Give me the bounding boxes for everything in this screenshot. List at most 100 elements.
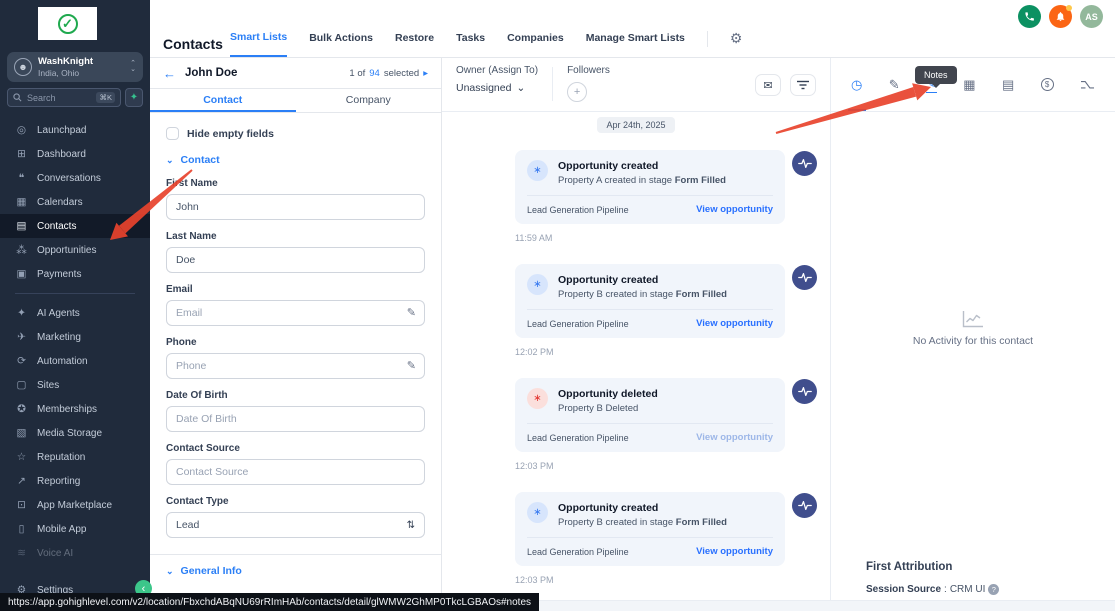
sidebar-item-opportunities[interactable]: ⁂Opportunities (0, 238, 150, 262)
tab-companies[interactable]: Companies (507, 32, 564, 56)
activity-clock-icon[interactable]: ◷ (851, 77, 862, 93)
view-opportunity-link[interactable]: View opportunity (696, 546, 773, 557)
tab-manage-smart-lists[interactable]: Manage Smart Lists (586, 32, 685, 56)
contact-type-select[interactable]: Lead ⇅ (166, 512, 425, 538)
owner-value: Unassigned (456, 82, 511, 94)
sidebar-item-contacts[interactable]: ▤Contacts (0, 214, 150, 238)
phone-button[interactable] (1018, 5, 1041, 28)
sidebar-item-automation[interactable]: ⟳Automation (0, 349, 150, 373)
sidebar-item-memberships[interactable]: ✪Memberships (0, 397, 150, 421)
owner-dropdown[interactable]: Unassigned ⌄ (456, 82, 538, 94)
opportunity-card[interactable]: ∗ Opportunity created Property B created… (515, 264, 785, 338)
view-opportunity-link[interactable]: View opportunity (696, 432, 773, 443)
sidebar-item-label: Marketing (37, 332, 81, 343)
contact-pager: 1 of 94 selected ▸ (349, 68, 428, 79)
first-name-label: First Name (166, 178, 425, 189)
pager-count: 94 (369, 68, 380, 79)
help-question-icon[interactable]: ? (988, 584, 999, 595)
sidebar-item-sites[interactable]: ▢Sites (0, 373, 150, 397)
section-contact-toggle[interactable]: ⌄ Contact (166, 154, 425, 166)
section-general-info-toggle[interactable]: ⌄ General Info (166, 565, 425, 577)
pencil-icon[interactable]: ✎ (407, 306, 416, 319)
followers-label: Followers (567, 65, 610, 76)
sidebar-search-input[interactable]: Search ⌘K (7, 88, 121, 107)
section-contact-label: Contact (181, 154, 220, 166)
top-bar: Contacts Smart Lists Bulk Actions Restor… (150, 0, 1115, 58)
email-button[interactable]: ✉ (755, 74, 781, 96)
sidebar-item-marketing[interactable]: ✈ Marketing (0, 325, 150, 349)
opportunity-card[interactable]: ∗ Opportunity created Property B created… (515, 492, 785, 566)
contact-source-label: Contact Source (166, 443, 425, 454)
user-avatar[interactable]: AS (1080, 5, 1103, 28)
sidebar-item-conversations[interactable]: ❝Conversations (0, 166, 150, 190)
tab-smart-lists[interactable]: Smart Lists (230, 31, 287, 57)
account-location: India, Ohio (38, 68, 93, 78)
back-arrow-icon[interactable]: ← (163, 66, 176, 81)
search-icon (13, 93, 22, 102)
tab-company[interactable]: Company (296, 89, 442, 112)
date-separator: Apr 24th, 2025 (597, 117, 674, 133)
tab-tasks[interactable]: Tasks (456, 32, 485, 56)
payments-dollar-icon[interactable]: $ (1041, 78, 1054, 91)
contact-type-value: Lead (176, 519, 199, 531)
contact-detail-panel: ← John Doe 1 of 94 selected ▸ Contact Co… (150, 58, 442, 611)
associations-icon[interactable]: ⌥ (1080, 77, 1095, 93)
last-name-field[interactable] (166, 247, 425, 273)
documents-icon[interactable]: ▤ (1002, 77, 1014, 93)
dob-field[interactable] (166, 406, 425, 432)
account-switcher[interactable]: ☻ WashKnight India, Ohio ⌃⌄ (7, 52, 143, 82)
opportunity-card[interactable]: ∗ Opportunity deleted Property B Deleted… (515, 378, 785, 452)
activity-feed: Owner (Assign To) Unassigned ⌄ Followers… (442, 58, 830, 611)
sidebar-item-calendars[interactable]: ▦Calendars (0, 190, 150, 214)
sidebar-item-launchpad[interactable]: ◎Launchpad (0, 118, 150, 142)
add-follower-button[interactable]: + (567, 82, 587, 102)
sidebar-item-ai-agents[interactable]: ✦AI Agents (0, 301, 150, 325)
opportunity-card[interactable]: ∗ Opportunity created Property A created… (515, 150, 785, 224)
activity-avatar (792, 379, 817, 404)
appointments-calendar-icon[interactable]: ▦ (963, 77, 975, 93)
contact-subheader: Owner (Assign To) Unassigned ⌄ Followers… (442, 58, 830, 112)
sidebar-item-label: Sites (37, 380, 59, 391)
sidebar-item-reporting[interactable]: ↗Reporting (0, 469, 150, 493)
view-opportunity-link[interactable]: View opportunity (696, 318, 773, 329)
media-storage-icon: ▧ (15, 427, 28, 439)
contact-name: John Doe (185, 67, 237, 79)
tab-restore[interactable]: Restore (395, 32, 434, 56)
email-field[interactable] (166, 300, 425, 326)
tab-bulk-actions[interactable]: Bulk Actions (309, 32, 373, 56)
pencil-icon[interactable]: ✎ (407, 359, 416, 372)
compose-icon[interactable]: ✎ (889, 77, 900, 93)
sidebar-item-label: Payments (37, 269, 81, 280)
contact-source-field[interactable] (166, 459, 425, 485)
sidebar-item-app-marketplace[interactable]: ⊡App Marketplace (0, 493, 150, 517)
sidebar-item-dashboard[interactable]: ⊞Dashboard (0, 142, 150, 166)
chart-icon (962, 310, 984, 328)
sidebar-item-reputation[interactable]: ☆Reputation (0, 445, 150, 469)
first-name-field[interactable] (166, 194, 425, 220)
subheader-divider (552, 67, 553, 101)
hide-empty-fields-checkbox[interactable] (166, 127, 179, 140)
filter-button[interactable] (790, 74, 816, 96)
sidebar-item-media-storage[interactable]: ▧Media Storage (0, 421, 150, 445)
notifications-button[interactable] (1049, 5, 1072, 28)
conversations-icon: ❝ (15, 172, 28, 184)
ai-sparkle-button[interactable]: ✦ (125, 88, 143, 107)
sidebar-item-voice-ai[interactable]: ≋Voice AI (0, 541, 150, 565)
sidebar-item-label: Mobile App (37, 524, 86, 535)
account-avatar-icon: ☻ (14, 58, 32, 76)
sidebar-item-label: App Marketplace (37, 500, 112, 511)
next-contact-icon[interactable]: ▸ (423, 68, 428, 79)
sidebar-item-mobile-app[interactable]: ▯Mobile App (0, 517, 150, 541)
sidebar-item-payments[interactable]: ▣Payments (0, 262, 150, 286)
activity-event: ∗ Opportunity created Property B created… (515, 492, 830, 566)
chevrons-updown-icon: ⌃⌄ (130, 61, 136, 72)
activity-event: ∗ Opportunity created Property A created… (515, 150, 830, 224)
marketing-icon: ✈ (15, 331, 28, 343)
tab-contact[interactable]: Contact (150, 89, 296, 112)
email-label: Email (166, 284, 425, 295)
gear-icon[interactable]: ⚙ (730, 30, 743, 47)
pulse-icon (798, 158, 812, 169)
view-opportunity-link[interactable]: View opportunity (696, 204, 773, 215)
pager-suffix: selected (384, 68, 419, 79)
phone-field[interactable] (166, 353, 425, 379)
